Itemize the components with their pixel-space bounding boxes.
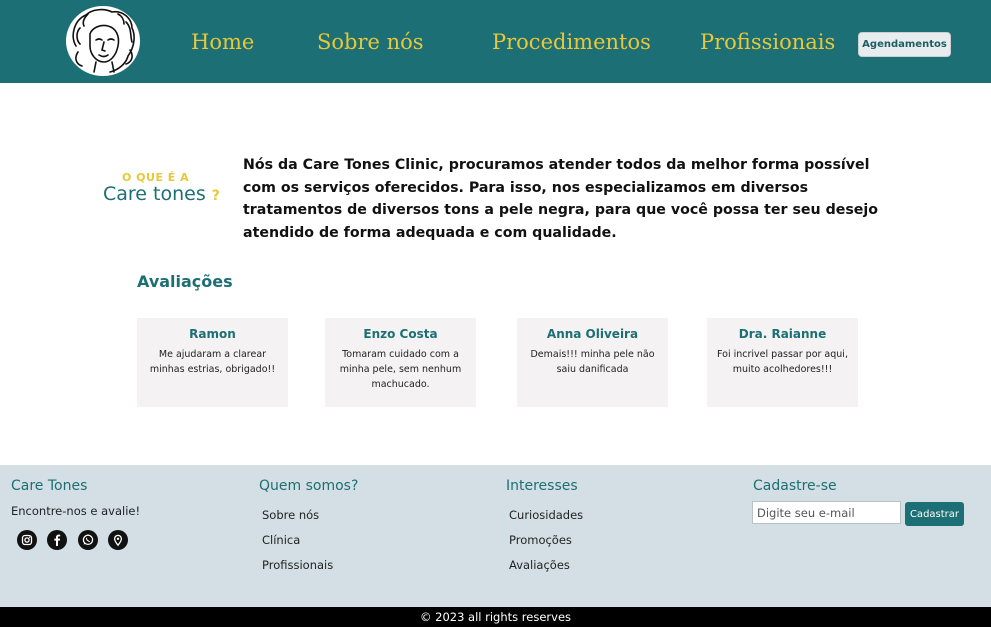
reviews-heading: Avaliações — [137, 272, 233, 291]
review-card: Ramon Me ajudaram a clarear minhas estri… — [137, 318, 288, 407]
footer-brand-subtitle: Encontre-nos e avalie! — [11, 504, 141, 518]
footer-quem-somos-title: Quem somos? — [259, 478, 359, 494]
about-title: Care tones ? — [103, 183, 220, 205]
site-footer: Care Tones Encontre-nos e avalie! Quem s… — [0, 465, 991, 607]
about-description: Nós da Care Tones Clinic, procuramos ate… — [243, 157, 879, 241]
review-author: Enzo Costa — [363, 327, 438, 341]
review-text: Foi incrivel passar por aqui, muito acol… — [717, 349, 848, 375]
footer-link-profissionais[interactable]: Profissionais — [262, 558, 333, 572]
review-text: Demais!!! minha pele não saiu danificada — [530, 349, 655, 375]
review-card: Anna Oliveira Demais!!! minha pele não s… — [517, 318, 668, 407]
review-author: Anna Oliveira — [546, 327, 639, 341]
review-card: Enzo Costa Tomaram cuidado com a minha p… — [325, 318, 476, 407]
footer-brand-title: Care Tones — [11, 478, 88, 494]
review-text: Me ajudaram a clarear minhas estrias, ob… — [149, 349, 276, 375]
site-header: Home Sobre nós Procedimentos Profissiona… — [0, 0, 991, 83]
footer-link-sobre-nos[interactable]: Sobre nós — [262, 508, 319, 522]
cadastrar-button[interactable]: Cadastrar — [905, 502, 964, 526]
footer-link-avaliacoes[interactable]: Avaliações — [509, 558, 570, 572]
footer-interesses-title: Interesses — [506, 478, 578, 494]
about-title-text: Care tones — [103, 183, 206, 205]
nav-sobre-nos[interactable]: Sobre nós — [317, 30, 424, 54]
nav-procedimentos[interactable]: Procedimentos — [492, 30, 651, 54]
nav-home[interactable]: Home — [191, 30, 254, 54]
nav-profissionais[interactable]: Profissionais — [700, 30, 835, 54]
woman-face-logo-icon — [72, 8, 135, 73]
logo[interactable] — [66, 6, 140, 76]
review-text: Tomaram cuidado com a minha pele, sem ne… — [339, 349, 462, 390]
footer-link-curiosidades[interactable]: Curiosidades — [509, 508, 583, 522]
agendamentos-button[interactable]: Agendamentos — [858, 32, 951, 57]
about-title-question-mark: ? — [211, 188, 220, 204]
location-pin-icon[interactable] — [108, 530, 128, 550]
whatsapp-icon[interactable] — [78, 530, 98, 550]
footer-signup-title: Cadastre-se — [753, 478, 837, 494]
email-field[interactable] — [752, 501, 901, 524]
facebook-icon[interactable] — [47, 530, 67, 550]
review-card: Dra. Raianne Foi incrivel passar por aqu… — [707, 318, 858, 407]
footer-link-clinica[interactable]: Clínica — [262, 533, 300, 547]
review-author: Dra. Raianne — [738, 327, 827, 341]
copyright: © 2023 all rights reserves — [0, 607, 991, 627]
footer-link-promocoes[interactable]: Promoções — [509, 533, 572, 547]
instagram-icon[interactable] — [17, 530, 37, 550]
review-author: Ramon — [189, 327, 236, 341]
